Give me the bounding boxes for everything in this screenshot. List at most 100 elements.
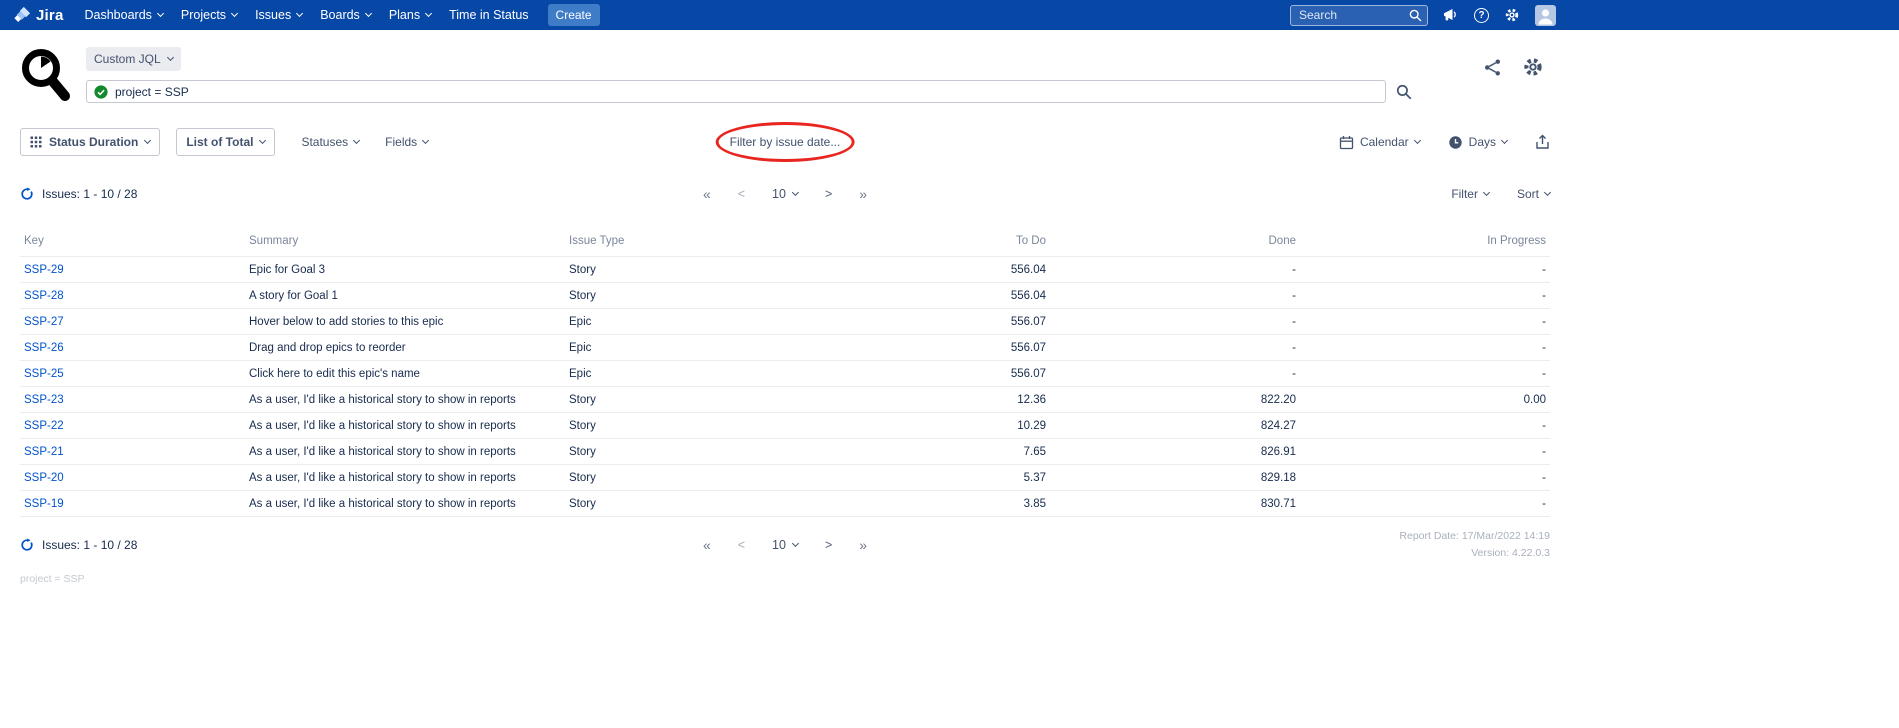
in-progress-value: - — [1300, 283, 1550, 309]
nav-item-projects[interactable]: Projects — [172, 0, 246, 30]
nav-item-plans[interactable]: Plans — [380, 0, 440, 30]
nav-item-issues[interactable]: Issues — [246, 0, 311, 30]
gear-icon[interactable] — [1504, 7, 1520, 23]
navbar-right: ? — [1290, 5, 1556, 26]
jql-input[interactable]: project = SSP — [86, 80, 1386, 103]
issue-key-link[interactable]: SSP-22 — [24, 420, 64, 432]
last-page-button[interactable]: » — [859, 186, 867, 202]
chevron-down-icon — [1501, 137, 1508, 144]
header-icons — [1483, 56, 1544, 78]
in-progress-value: 0.00 — [1300, 387, 1550, 413]
page-size-value: 10 — [772, 187, 786, 201]
calendar-dropdown[interactable]: Calendar — [1339, 135, 1420, 150]
list-type-dropdown[interactable]: List of Total — [176, 128, 275, 156]
done-value: - — [1050, 257, 1300, 283]
nav-item-time-in-status[interactable]: Time in Status — [440, 0, 537, 30]
chevron-down-icon — [167, 54, 174, 61]
run-search-icon[interactable] — [1396, 84, 1412, 100]
issue-summary: As a user, I'd like a historical story t… — [245, 413, 565, 439]
jira-logo[interactable]: Jira — [13, 6, 64, 24]
page-content: Custom JQL project = SSP — [0, 30, 1570, 585]
in-progress-value: - — [1300, 309, 1550, 335]
col-header-issue-type: Issue Type — [565, 229, 800, 257]
first-page-button[interactable]: « — [703, 537, 711, 553]
report-toolbar: Status Duration List of Total Statuses F… — [0, 127, 1570, 157]
chevron-down-icon — [231, 10, 238, 17]
issue-type: Story — [565, 413, 800, 439]
todo-value: 10.29 — [800, 413, 1050, 439]
nav-item-label: Projects — [181, 8, 226, 22]
sort-dropdown[interactable]: Sort — [1517, 187, 1550, 201]
report-type-dropdown[interactable]: Status Duration — [20, 128, 160, 156]
issue-key-link[interactable]: SSP-25 — [24, 368, 64, 380]
issue-key-link[interactable]: SSP-26 — [24, 342, 64, 354]
first-page-button[interactable]: « — [703, 186, 711, 202]
page-size-select[interactable]: 10 — [772, 538, 798, 552]
todo-value: 556.04 — [800, 283, 1050, 309]
version: Version: 4.22.0.3 — [1471, 547, 1550, 559]
issue-summary: Epic for Goal 3 — [245, 257, 565, 283]
export-icon[interactable] — [1535, 134, 1550, 150]
issues-count: Issues: 1 - 10 / 28 — [20, 187, 137, 201]
next-page-button[interactable]: > — [825, 538, 832, 552]
in-progress-value: - — [1300, 491, 1550, 517]
filter-by-issue-date[interactable]: Filter by issue date... — [730, 135, 841, 149]
done-value: - — [1050, 335, 1300, 361]
list-type-label: List of Total — [186, 135, 253, 149]
fields-dropdown[interactable]: Fields — [385, 135, 428, 149]
report-date: Report Date: 17/Mar/2022 14:19 — [1399, 530, 1550, 542]
jql-mode-label: Custom JQL — [94, 52, 161, 66]
table-row: SSP-29 Epic for Goal 3 Story 556.04 - - — [20, 257, 1550, 283]
prev-page-button[interactable]: < — [738, 538, 745, 552]
filter-label: Filter — [1451, 187, 1478, 201]
share-icon[interactable] — [1483, 58, 1502, 77]
statuses-dropdown[interactable]: Statuses — [301, 135, 359, 149]
nav-item-dashboards[interactable]: Dashboards — [76, 0, 172, 30]
issue-key-link[interactable]: SSP-27 — [24, 316, 64, 328]
settings-gear-icon[interactable] — [1522, 56, 1544, 78]
help-icon[interactable]: ? — [1474, 8, 1489, 23]
units-dropdown[interactable]: Days — [1448, 135, 1507, 150]
avatar[interactable] — [1535, 5, 1556, 26]
table-row: SSP-20 As a user, I'd like a historical … — [20, 465, 1550, 491]
todo-value: 556.07 — [800, 361, 1050, 387]
issue-key-link[interactable]: SSP-19 — [24, 498, 64, 510]
todo-value: 556.04 — [800, 257, 1050, 283]
next-page-button[interactable]: > — [825, 187, 832, 201]
nav-item-label: Dashboards — [85, 8, 152, 22]
issue-key-link[interactable]: SSP-28 — [24, 290, 64, 302]
done-value: - — [1050, 361, 1300, 387]
refresh-icon[interactable] — [20, 187, 34, 201]
issues-count-label: Issues: 1 - 10 / 28 — [42, 538, 137, 552]
nav-item-boards[interactable]: Boards — [311, 0, 380, 30]
search-input[interactable] — [1290, 5, 1428, 26]
chevron-down-icon — [422, 137, 429, 144]
issue-key-link[interactable]: SSP-21 — [24, 446, 64, 458]
calendar-label: Calendar — [1360, 135, 1409, 149]
clock-icon — [1448, 135, 1463, 150]
issue-key-link[interactable]: SSP-20 — [24, 472, 64, 484]
announcement-icon[interactable] — [1443, 8, 1459, 22]
issue-type: Story — [565, 387, 800, 413]
done-value: 822.20 — [1050, 387, 1300, 413]
done-value: 824.27 — [1050, 413, 1300, 439]
refresh-icon[interactable] — [20, 538, 34, 552]
col-header-todo: To Do — [800, 229, 1050, 257]
filter-dropdown[interactable]: Filter — [1451, 187, 1489, 201]
page-size-select[interactable]: 10 — [772, 187, 798, 201]
issue-summary: As a user, I'd like a historical story t… — [245, 387, 565, 413]
prev-page-button[interactable]: < — [738, 187, 745, 201]
chevron-down-icon — [1414, 137, 1421, 144]
issues-count-label: Issues: 1 - 10 / 28 — [42, 187, 137, 201]
issue-type: Epic — [565, 309, 800, 335]
issue-summary: As a user, I'd like a historical story t… — [245, 491, 565, 517]
create-button[interactable]: Create — [548, 4, 600, 26]
filter-by-date-wrap: Filter by issue date... — [730, 133, 841, 151]
in-progress-value: - — [1300, 257, 1550, 283]
table-row: SSP-19 As a user, I'd like a historical … — [20, 491, 1550, 517]
issue-key-link[interactable]: SSP-23 — [24, 394, 64, 406]
grid-icon — [30, 136, 42, 148]
last-page-button[interactable]: » — [859, 537, 867, 553]
jql-mode-dropdown[interactable]: Custom JQL — [86, 47, 181, 71]
issue-key-link[interactable]: SSP-29 — [24, 264, 64, 276]
